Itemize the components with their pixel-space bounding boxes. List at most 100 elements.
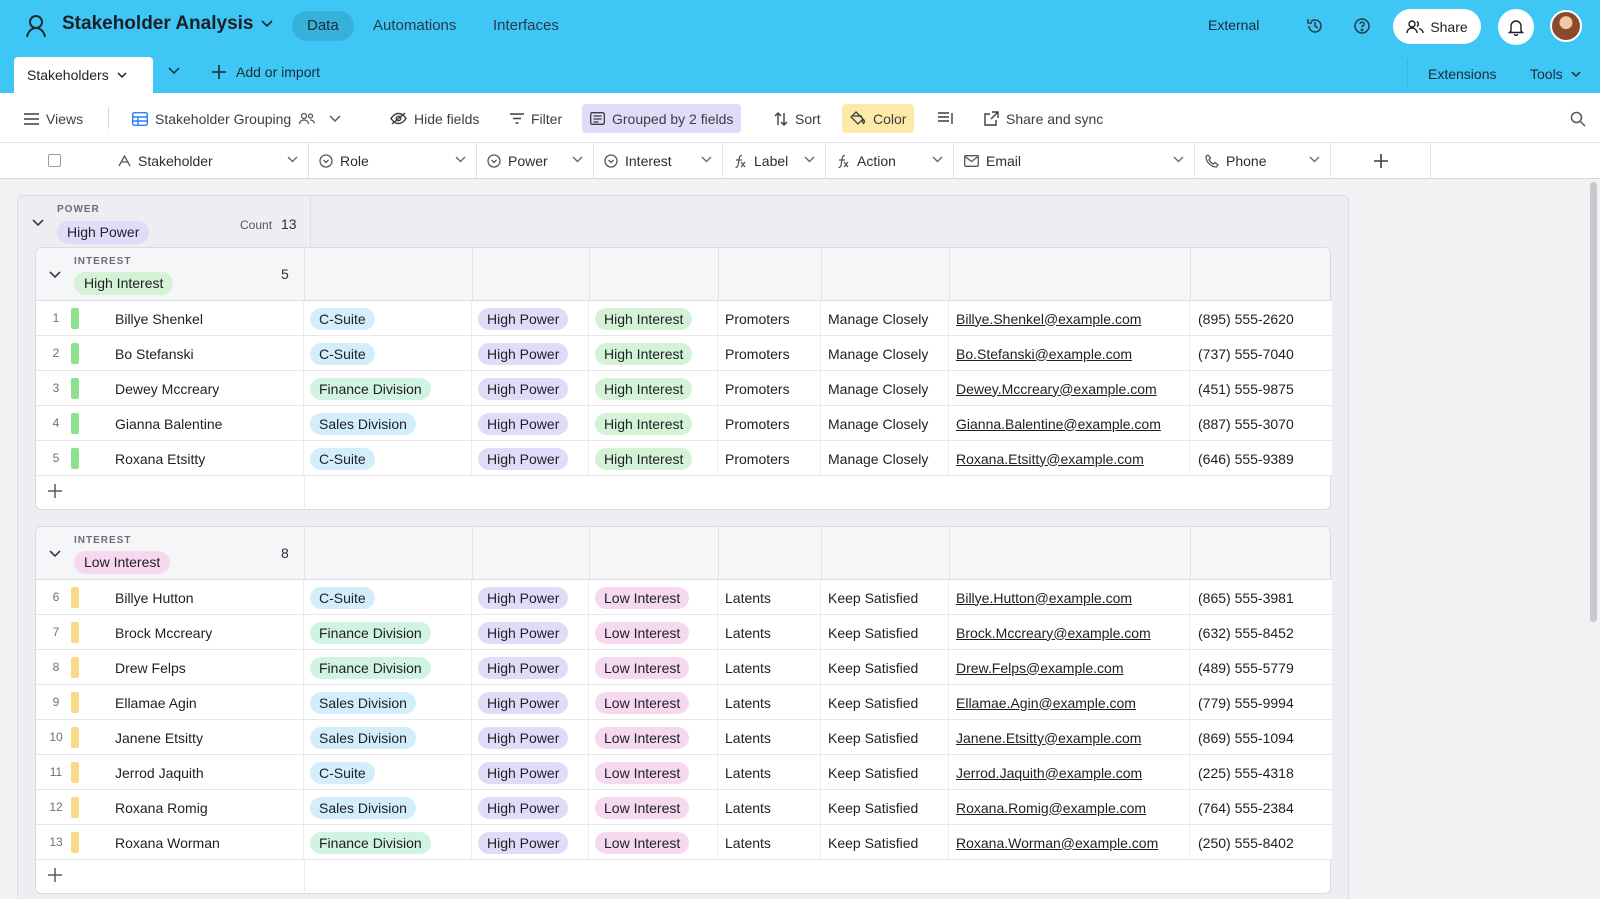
- cell-email[interactable]: Dewey.Mccreary@example.com: [949, 371, 1190, 406]
- cell-label[interactable]: Promoters: [718, 301, 821, 336]
- cell-action[interactable]: Manage Closely: [821, 301, 949, 336]
- email-link[interactable]: Roxana.Etsitty@example.com: [956, 451, 1144, 467]
- cell-role[interactable]: Sales Division: [304, 406, 472, 441]
- sort-button[interactable]: Sort: [766, 104, 829, 133]
- cell-role[interactable]: Finance Division: [304, 615, 472, 650]
- cell-role[interactable]: Sales Division: [304, 720, 472, 755]
- add-or-import-button[interactable]: Add or import: [212, 64, 320, 80]
- table-row[interactable]: 8 Drew Felps Finance Division High Power Low…: [36, 650, 1332, 685]
- filter-button[interactable]: Filter: [502, 104, 570, 133]
- cell-email[interactable]: Brock.Mccreary@example.com: [949, 615, 1190, 650]
- cell-label[interactable]: Latents: [718, 825, 821, 860]
- table-row[interactable]: 2 Bo Stefanski C-Suite High Power High Inter…: [36, 336, 1332, 371]
- avatar[interactable]: [1550, 10, 1582, 42]
- cell-interest[interactable]: High Interest: [589, 406, 718, 441]
- cell-email[interactable]: Gianna.Balentine@example.com: [949, 406, 1190, 441]
- email-link[interactable]: Roxana.Romig@example.com: [956, 800, 1146, 816]
- cell-action[interactable]: Keep Satisfied: [821, 720, 949, 755]
- base-title[interactable]: Stakeholder Analysis: [62, 13, 274, 35]
- chevron-down-icon[interactable]: [32, 219, 44, 227]
- table-row[interactable]: 9 Ellamae Agin Sales Division High Power Low…: [36, 685, 1332, 720]
- cell-power[interactable]: High Power: [472, 755, 589, 790]
- cell-interest[interactable]: High Interest: [589, 336, 718, 371]
- cell-power[interactable]: High Power: [472, 406, 589, 441]
- color-button[interactable]: Color: [842, 104, 915, 133]
- cell-phone[interactable]: (250) 555-8402: [1190, 825, 1332, 860]
- vertical-scrollbar[interactable]: [1590, 182, 1597, 622]
- chevron-down-icon[interactable]: [49, 271, 61, 279]
- table-row[interactable]: 11 Jerrod Jaquith C-Suite High Power Low Int…: [36, 755, 1332, 790]
- cell-label[interactable]: Latents: [718, 580, 821, 615]
- cell-interest[interactable]: Low Interest: [589, 825, 718, 860]
- table-row[interactable]: 13 Roxana Worman Finance Division High Powe…: [36, 825, 1332, 860]
- cell-power[interactable]: High Power: [472, 580, 589, 615]
- cell-power[interactable]: High Power: [472, 650, 589, 685]
- cell-power[interactable]: High Power: [472, 336, 589, 371]
- help-icon[interactable]: [1350, 14, 1374, 38]
- cell-phone[interactable]: (451) 555-9875: [1190, 371, 1332, 406]
- cell-interest[interactable]: High Interest: [589, 371, 718, 406]
- email-link[interactable]: Jerrod.Jaquith@example.com: [956, 765, 1142, 781]
- cell-phone[interactable]: (737) 555-7040: [1190, 336, 1332, 371]
- tab-automations[interactable]: Automations: [358, 11, 471, 41]
- email-link[interactable]: Billye.Hutton@example.com: [956, 590, 1132, 606]
- cell-phone[interactable]: (865) 555-3981: [1190, 580, 1332, 615]
- cell-action[interactable]: Manage Closely: [821, 441, 949, 476]
- cell-role[interactable]: Sales Division: [304, 685, 472, 720]
- cell-role[interactable]: Finance Division: [304, 825, 472, 860]
- column-header-label-field[interactable]: Label: [723, 143, 826, 179]
- notifications-button[interactable]: [1498, 9, 1534, 45]
- cell-email[interactable]: Jerrod.Jaquith@example.com: [949, 755, 1190, 790]
- table-row[interactable]: 4 Gianna Balentine Sales Division High Powe…: [36, 406, 1332, 441]
- cell-interest[interactable]: Low Interest: [589, 755, 718, 790]
- views-button[interactable]: Views: [16, 104, 91, 133]
- cell-interest[interactable]: Low Interest: [589, 650, 718, 685]
- cell-power[interactable]: High Power: [472, 371, 589, 406]
- cell-role[interactable]: Sales Division: [304, 790, 472, 825]
- cell-email[interactable]: Ellamae.Agin@example.com: [949, 685, 1190, 720]
- email-link[interactable]: Roxana.Worman@example.com: [956, 835, 1158, 851]
- tools-button[interactable]: Tools: [1530, 66, 1581, 82]
- email-link[interactable]: Janene.Etsitty@example.com: [956, 730, 1141, 746]
- cell-email[interactable]: Bo.Stefanski@example.com: [949, 336, 1190, 371]
- search-icon[interactable]: [1562, 104, 1594, 133]
- cell-stakeholder[interactable]: Roxana Worman: [36, 825, 304, 860]
- email-link[interactable]: Billye.Shenkel@example.com: [956, 311, 1141, 327]
- email-link[interactable]: Ellamae.Agin@example.com: [956, 695, 1136, 711]
- cell-phone[interactable]: (895) 555-2620: [1190, 301, 1332, 336]
- history-icon[interactable]: [1303, 14, 1327, 38]
- cell-stakeholder[interactable]: Roxana Romig: [36, 790, 304, 825]
- cell-action[interactable]: Manage Closely: [821, 406, 949, 441]
- cell-stakeholder[interactable]: Billye Hutton: [36, 580, 304, 615]
- cell-email[interactable]: Billye.Hutton@example.com: [949, 580, 1190, 615]
- cell-label[interactable]: Latents: [718, 755, 821, 790]
- cell-role[interactable]: C-Suite: [304, 301, 472, 336]
- cell-email[interactable]: Roxana.Worman@example.com: [949, 825, 1190, 860]
- column-header-power[interactable]: Power: [477, 143, 594, 179]
- cell-label[interactable]: Promoters: [718, 406, 821, 441]
- tab-interfaces[interactable]: Interfaces: [478, 11, 574, 41]
- cell-power[interactable]: High Power: [472, 685, 589, 720]
- cell-role[interactable]: C-Suite: [304, 441, 472, 476]
- cell-label[interactable]: Latents: [718, 790, 821, 825]
- cell-stakeholder[interactable]: Bo Stefanski: [36, 336, 304, 371]
- cell-stakeholder[interactable]: Drew Felps: [36, 650, 304, 685]
- cell-email[interactable]: Billye.Shenkel@example.com: [949, 301, 1190, 336]
- extensions-button[interactable]: Extensions: [1428, 66, 1496, 82]
- cell-label[interactable]: Latents: [718, 650, 821, 685]
- table-row[interactable]: 7 Brock Mccreary Finance Division High Powe…: [36, 615, 1332, 650]
- cell-label[interactable]: Promoters: [718, 336, 821, 371]
- table-row[interactable]: 12 Roxana Romig Sales Division High Power Lo…: [36, 790, 1332, 825]
- cell-action[interactable]: Keep Satisfied: [821, 790, 949, 825]
- select-all-checkbox[interactable]: [48, 154, 61, 167]
- group-button[interactable]: Grouped by 2 fields: [582, 104, 742, 133]
- cell-phone[interactable]: (646) 555-9389: [1190, 441, 1332, 476]
- cell-role[interactable]: C-Suite: [304, 755, 472, 790]
- table-row[interactable]: 5 Roxana Etsitty C-Suite High Power High Int…: [36, 441, 1332, 476]
- chevron-down-icon[interactable]: [49, 550, 61, 558]
- cell-phone[interactable]: (764) 555-2384: [1190, 790, 1332, 825]
- cell-label[interactable]: Latents: [718, 720, 821, 755]
- cell-role[interactable]: C-Suite: [304, 336, 472, 371]
- cell-email[interactable]: Janene.Etsitty@example.com: [949, 720, 1190, 755]
- cell-phone[interactable]: (632) 555-8452: [1190, 615, 1332, 650]
